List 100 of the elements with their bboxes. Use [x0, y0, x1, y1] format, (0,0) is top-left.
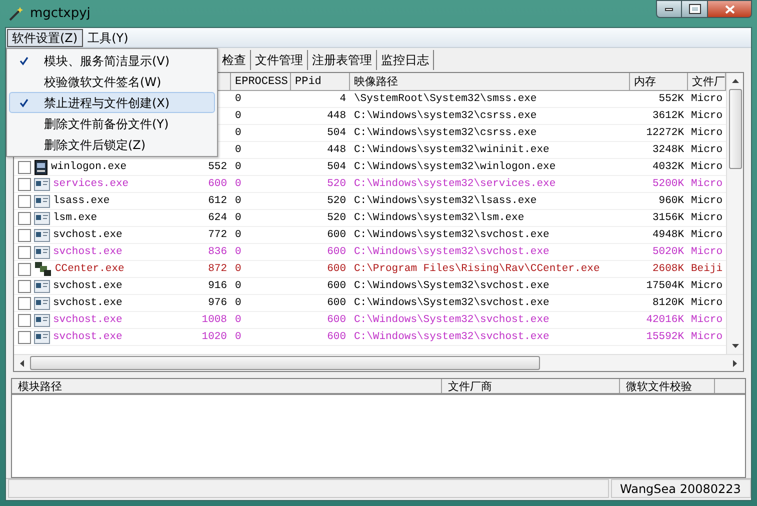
pid-text: 1020 — [202, 331, 227, 343]
column-header[interactable]: EPROCESS — [231, 73, 291, 90]
eprocess-text: 0 — [235, 144, 242, 156]
image-path-text: C:\Windows\system32\svchost.exe — [354, 331, 550, 343]
scroll-thumb[interactable] — [30, 356, 540, 370]
window-icon — [34, 246, 50, 258]
pid-text: 600 — [208, 178, 227, 190]
process-name: svchost.exe — [53, 244, 122, 260]
checkbox[interactable] — [18, 194, 31, 208]
memory-text: 3156K — [652, 212, 684, 224]
menu-item[interactable]: 校验微软文件签名(W) — [9, 71, 215, 92]
process-name: svchost.exe — [53, 330, 122, 344]
checkbox[interactable] — [18, 330, 31, 344]
checkbox[interactable] — [18, 246, 31, 258]
eprocess-text: 0 — [235, 263, 242, 275]
checkbox[interactable] — [18, 212, 31, 224]
ppid-text: 600 — [327, 314, 346, 326]
minimize-button[interactable] — [656, 0, 682, 18]
ppid-text: 600 — [327, 263, 346, 275]
menu-bar-item[interactable]: 工具(Y) — [82, 28, 134, 46]
image-path-text: C:\Windows\System32\svchost.exe — [354, 314, 550, 326]
table-row[interactable]: svchost.exe 976 0 600 C:\Windows\System32\svchost.exe 8120K Micro — [14, 295, 726, 312]
image-path-text: C:\Windows\system32\csrss.exe — [354, 127, 537, 139]
vertical-scrollbar[interactable] — [726, 73, 743, 354]
table-row[interactable]: svchost.exe 1020 0 600 C:\Windows\system32\svchost.exe 15592K Micro — [14, 329, 726, 346]
scroll-thumb[interactable] — [728, 89, 742, 169]
image-path-text: C:\Windows\system32\winlogon.exe — [354, 161, 556, 173]
process-name: lsm.exe — [53, 210, 98, 226]
image-path-text: C:\Windows\system32\lsass.exe — [354, 195, 537, 207]
memory-text: 42016K — [646, 314, 684, 326]
vendor-text: Micro — [691, 246, 723, 258]
window-icon — [34, 314, 50, 326]
checkbox[interactable] — [18, 160, 31, 174]
vendor-text: Micro — [691, 178, 723, 190]
menu-item[interactable]: 禁止进程与文件创建(X) — [9, 92, 215, 113]
table-row[interactable]: svchost.exe 772 0 600 C:\Windows\system32\svchost.exe 4948K Micro — [14, 227, 726, 244]
column-header[interactable]: 文件厂商 — [442, 379, 620, 393]
cubes-icon — [34, 261, 52, 277]
scroll-up-icon[interactable] — [732, 79, 738, 83]
window-icon — [34, 330, 50, 344]
eprocess-text: 0 — [235, 212, 242, 224]
tab[interactable]: 监控日志 — [377, 50, 434, 70]
scroll-down-icon[interactable] — [732, 344, 738, 348]
scroll-right-icon[interactable] — [733, 360, 737, 366]
table-row[interactable]: CCenter.exe 872 0 600 C:\Program Files\Rising\Rav\CCenter.exe 2608K Beiji — [14, 261, 726, 278]
tab[interactable]: 注册表管理 — [308, 50, 377, 70]
ppid-text: 600 — [327, 331, 346, 343]
ppid-text: 600 — [327, 229, 346, 241]
column-header[interactable]: 映像路径 — [350, 73, 630, 90]
pid-text: 552 — [208, 161, 227, 173]
column-header[interactable]: 微软文件校验 — [620, 379, 715, 393]
menu-bar-item[interactable]: 软件设置(Z) — [7, 28, 83, 46]
vendor-text: Micro — [691, 331, 723, 343]
table-row[interactable]: winlogon.exe 552 0 504 C:\Windows\system32\winlogon.exe 4032K Micro — [14, 159, 726, 176]
window-icon — [34, 194, 50, 208]
column-header[interactable]: PPid — [291, 73, 350, 90]
table-row[interactable]: svchost.exe 1008 0 600 C:\Windows\System32\svchost.exe 42016K Micro — [14, 312, 726, 329]
table-row[interactable]: lsm.exe 624 0 520 C:\Windows\system32\lsm.exe 3156K Micro — [14, 210, 726, 227]
tab[interactable]: 文件管理 — [251, 50, 308, 70]
status-text: WangSea 20080223 — [611, 479, 751, 498]
checkbox[interactable] — [18, 262, 31, 276]
ppid-text: 600 — [327, 280, 346, 292]
menu-item-label: 校验微软文件签名(W) — [44, 74, 162, 90]
memory-text: 5020K — [652, 246, 684, 258]
pid-text: 772 — [208, 229, 227, 241]
vendor-text: Beiji — [691, 263, 723, 275]
checkbox[interactable] — [18, 296, 31, 310]
horizontal-scrollbar[interactable] — [14, 354, 743, 371]
close-button[interactable] — [708, 0, 752, 18]
process-name: lsass.exe — [53, 194, 110, 208]
ppid-text: 520 — [327, 212, 346, 224]
ppid-text: 448 — [327, 110, 346, 122]
column-header[interactable]: 内存 — [630, 73, 688, 90]
table-row[interactable]: svchost.exe 836 0 600 C:\Windows\system32\svchost.exe 5020K Micro — [14, 244, 726, 261]
checkbox[interactable] — [18, 178, 31, 190]
checkbox[interactable] — [18, 314, 31, 326]
process-name: svchost.exe — [53, 312, 122, 328]
vendor-text: Micro — [691, 110, 723, 122]
image-path-text: C:\Windows\system32\svchost.exe — [354, 246, 550, 258]
checkbox[interactable] — [18, 228, 31, 242]
ppid-text: 600 — [327, 246, 346, 258]
vendor-text: Micro — [691, 195, 723, 207]
scroll-left-icon[interactable] — [20, 360, 24, 366]
image-path-text: C:\Program Files\Rising\Rav\CCenter.exe — [354, 263, 600, 275]
maximize-button[interactable] — [682, 0, 708, 18]
checkbox[interactable] — [18, 280, 31, 292]
process-name: winlogon.exe — [51, 160, 127, 174]
ppid-text: 504 — [327, 127, 346, 139]
menu-item[interactable]: 模块、服务简洁显示(V) — [9, 50, 215, 71]
table-row[interactable]: svchost.exe 916 0 600 C:\Windows\System32\svchost.exe 17504K Micro — [14, 278, 726, 295]
pid-text: 976 — [208, 297, 227, 309]
eprocess-text: 0 — [235, 110, 242, 122]
column-header[interactable]: 模块路径 — [12, 379, 442, 393]
table-row[interactable]: lsass.exe 612 0 520 C:\Windows\system32\lsass.exe 960K Micro — [14, 193, 726, 210]
table-row[interactable]: services.exe 600 0 520 C:\Windows\system32\services.exe 5200K Micro — [14, 176, 726, 193]
pid-text: 916 — [208, 280, 227, 292]
memory-text: 960K — [658, 195, 684, 207]
eprocess-text: 0 — [235, 127, 242, 139]
pid-text: 836 — [208, 246, 227, 258]
eprocess-text: 0 — [235, 280, 242, 292]
